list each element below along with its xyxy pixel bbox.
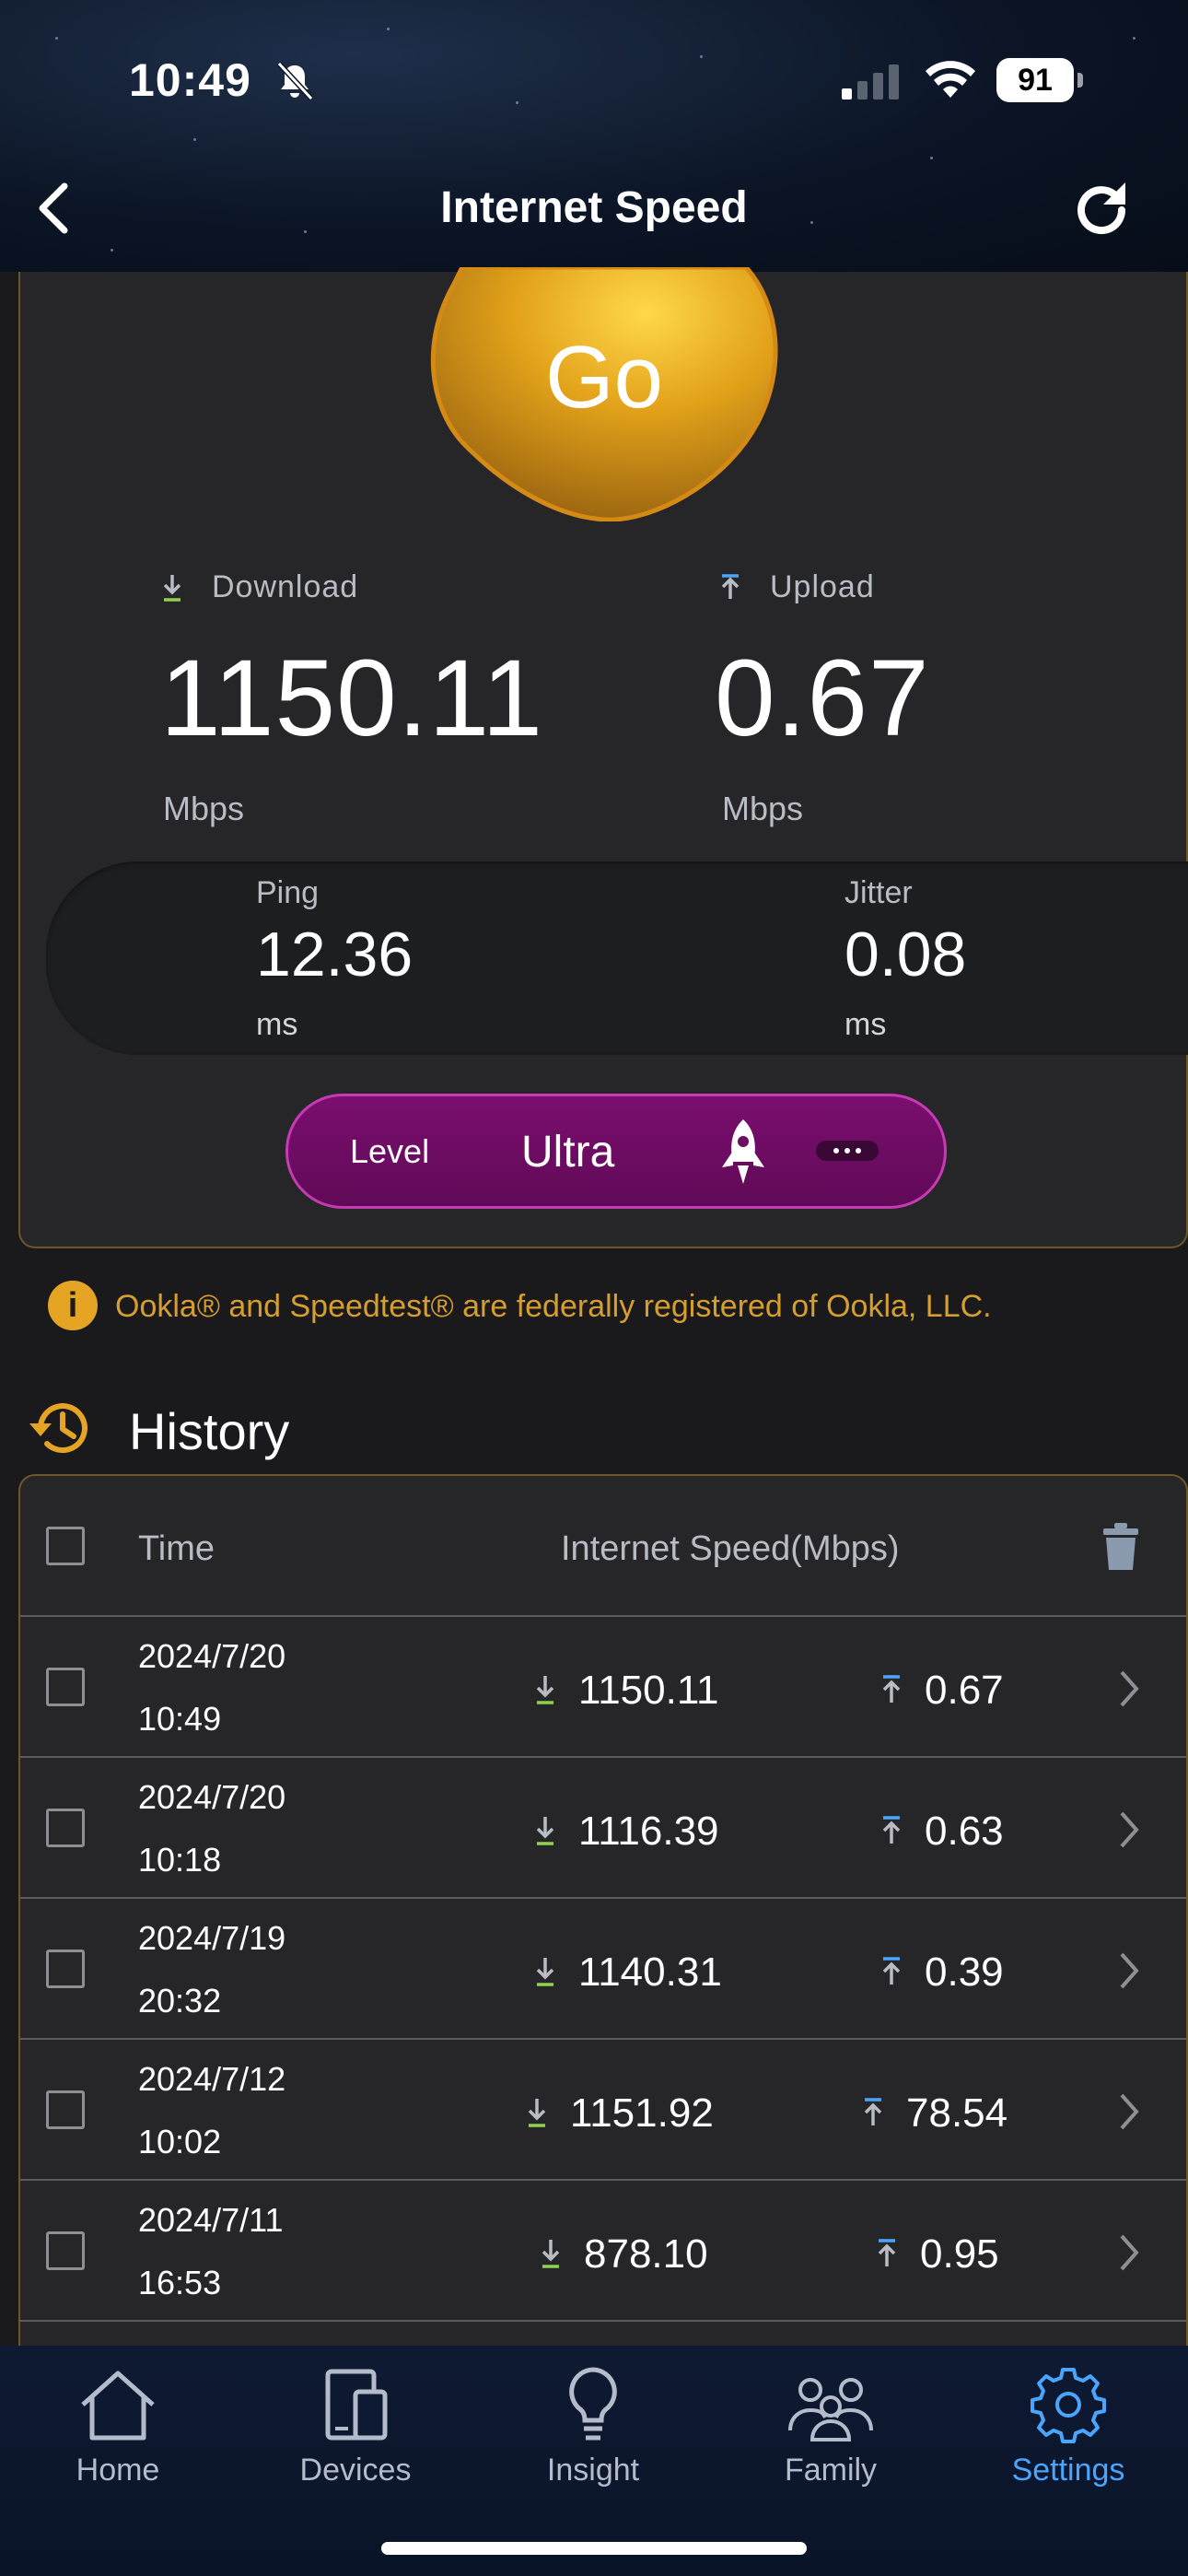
history-row[interactable]: 2024/7/20 10:18 1116.39 0.63 xyxy=(20,1758,1186,1899)
upload-arrow-icon xyxy=(721,574,740,599)
download-arrow-icon xyxy=(163,575,181,602)
upload-arrow-icon xyxy=(882,1816,901,1844)
upload-arrow-icon xyxy=(864,2098,882,2125)
cellular-signal-icon xyxy=(842,64,899,100)
battery-level: 91 xyxy=(996,58,1074,102)
level-label: Level xyxy=(350,1132,430,1170)
upload-arrow-icon xyxy=(882,1957,901,1985)
jitter-unit: ms xyxy=(844,1007,887,1042)
tab-devices[interactable]: Devices xyxy=(263,2366,448,2495)
select-all-checkbox[interactable] xyxy=(46,1527,85,1565)
column-header-time: Time xyxy=(138,1529,215,1568)
download-arrow-icon xyxy=(528,2099,546,2127)
row-checkbox[interactable] xyxy=(46,1809,85,1847)
row-checkbox[interactable] xyxy=(46,1668,85,1706)
history-title: History xyxy=(129,1402,290,1460)
chevron-right-icon[interactable] xyxy=(1116,1950,1142,1991)
row-date: 2024/7/20 xyxy=(138,1778,286,1816)
row-date: 2024/7/19 xyxy=(138,1919,286,1957)
upload-label: Upload xyxy=(770,569,875,604)
tab-label: Insight xyxy=(546,2453,640,2488)
row-time: 10:49 xyxy=(138,1700,222,1738)
row-checkbox[interactable] xyxy=(46,1950,85,1988)
row-checkbox[interactable] xyxy=(46,2231,85,2270)
history-row[interactable]: 2024/7/12 10:02 1151.92 78.54 xyxy=(20,2040,1186,2181)
row-upload-value: 0.39 xyxy=(925,1950,1004,1995)
history-table: Time Internet Speed(Mbps) 2024/7/20 10:4… xyxy=(18,1474,1188,2395)
tab-settings[interactable]: Settings xyxy=(976,2366,1160,2495)
jitter-label: Jitter xyxy=(844,875,913,910)
tab-label: Family xyxy=(784,2453,878,2488)
home-indicator[interactable] xyxy=(381,2542,807,2555)
chevron-right-icon[interactable] xyxy=(1116,2232,1142,2273)
chevron-right-icon[interactable] xyxy=(1116,1809,1142,1850)
page-title: Internet Speed xyxy=(440,183,748,232)
ping-label: Ping xyxy=(256,875,320,910)
wifi-icon xyxy=(926,61,975,98)
chevron-right-icon[interactable] xyxy=(1116,1669,1142,1709)
row-time: 10:18 xyxy=(138,1841,222,1879)
info-icon: i xyxy=(48,1281,98,1330)
row-date: 2024/7/11 xyxy=(138,2201,284,2239)
column-header-speed: Internet Speed(Mbps) xyxy=(561,1529,900,1568)
tab-insight[interactable]: Insight xyxy=(501,2366,685,2495)
ping-jitter-card xyxy=(46,861,1188,1055)
history-table-header: Time Internet Speed(Mbps) xyxy=(20,1476,1186,1617)
download-arrow-icon xyxy=(536,1676,554,1704)
battery-icon: 91 xyxy=(996,58,1083,102)
status-time: 10:49 xyxy=(129,54,251,106)
row-time: 10:02 xyxy=(138,2123,222,2160)
history-clock-icon xyxy=(29,1403,87,1454)
row-time: 20:32 xyxy=(138,1982,222,2020)
row-download-value: 1150.11 xyxy=(578,1668,719,1713)
history-row[interactable]: 2024/7/19 20:32 1140.31 0.39 xyxy=(20,1899,1186,2040)
upload-arrow-icon xyxy=(878,2239,896,2266)
row-date: 2024/7/12 xyxy=(138,2060,286,2098)
tab-home[interactable]: Home xyxy=(26,2366,210,2495)
bell-slash-icon xyxy=(276,61,314,101)
row-download-value: 1151.92 xyxy=(570,2090,714,2136)
level-value: Ultra xyxy=(521,1128,615,1177)
download-arrow-icon xyxy=(536,1817,554,1845)
download-unit: Mbps xyxy=(163,790,245,827)
upload-arrow-icon xyxy=(882,1675,901,1703)
lightbulb-icon xyxy=(569,2367,617,2441)
ookla-notice: Ookla® and Speedtest® are federally regi… xyxy=(115,1289,992,1324)
refresh-icon[interactable] xyxy=(1068,177,1135,243)
gear-icon xyxy=(1031,2368,1106,2443)
tab-family[interactable]: Family xyxy=(739,2366,923,2495)
house-icon xyxy=(81,2371,155,2441)
download-label: Download xyxy=(212,569,359,604)
chevron-right-icon[interactable] xyxy=(1116,2091,1142,2132)
row-download-value: 1116.39 xyxy=(578,1809,719,1854)
rocket-icon xyxy=(722,1119,764,1184)
row-time: 16:53 xyxy=(138,2264,222,2301)
row-date: 2024/7/20 xyxy=(138,1637,286,1675)
history-row[interactable]: 2024/7/11 16:53 878.10 0.95 xyxy=(20,2181,1186,2322)
tab-label: Home xyxy=(76,2453,160,2488)
download-arrow-icon xyxy=(536,1958,554,1986)
row-download-value: 1140.31 xyxy=(578,1950,722,1995)
family-icon xyxy=(788,2378,873,2441)
trash-icon[interactable] xyxy=(1101,1522,1140,1572)
go-button-label[interactable]: Go xyxy=(425,327,783,428)
upload-unit: Mbps xyxy=(722,790,804,827)
row-download-value: 878.10 xyxy=(584,2231,708,2277)
row-upload-value: 0.95 xyxy=(920,2231,999,2277)
download-arrow-icon xyxy=(542,2240,560,2268)
upload-value: 0.67 xyxy=(715,638,930,759)
tab-label: Settings xyxy=(1011,2453,1125,2488)
history-row[interactable]: 2024/7/20 10:49 1150.11 0.67 xyxy=(20,1617,1186,1758)
tab-label: Devices xyxy=(299,2453,412,2488)
row-upload-value: 78.54 xyxy=(906,2090,1008,2136)
ping-unit: ms xyxy=(256,1007,298,1042)
jitter-value: 0.08 xyxy=(844,919,967,989)
row-upload-value: 0.63 xyxy=(925,1809,1004,1854)
devices-icon xyxy=(325,2369,388,2441)
row-upload-value: 0.67 xyxy=(925,1668,1004,1713)
download-value: 1150.11 xyxy=(160,638,544,759)
row-checkbox[interactable] xyxy=(46,2090,85,2129)
more-options-icon[interactable] xyxy=(816,1141,879,1161)
ping-value: 12.36 xyxy=(256,919,413,989)
